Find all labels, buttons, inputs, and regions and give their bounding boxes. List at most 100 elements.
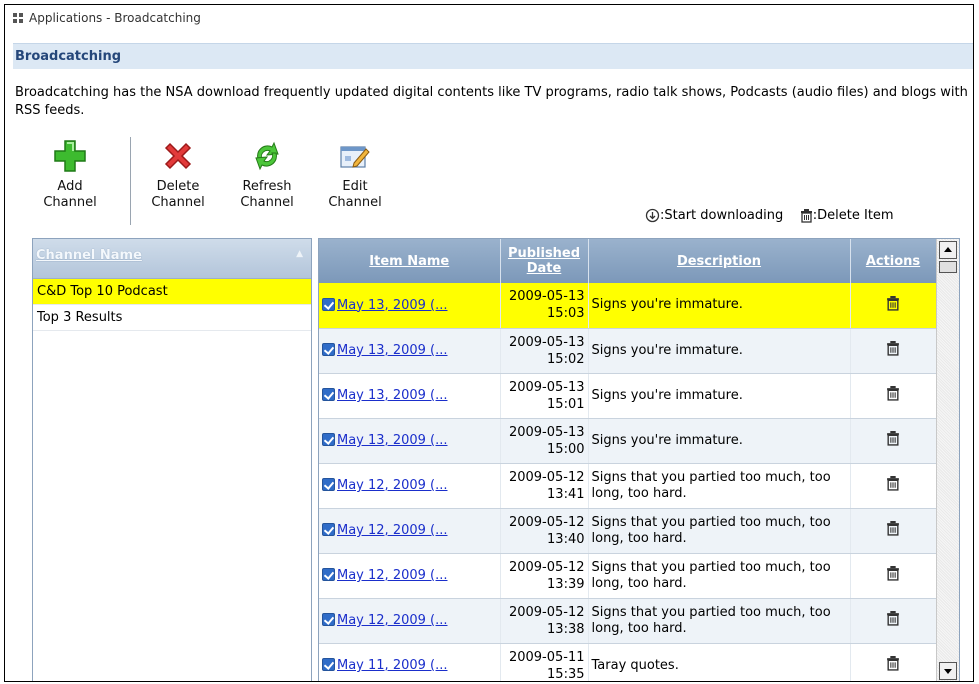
- description-cell: Signs that you partied too much, too lon…: [588, 598, 851, 644]
- item-checkbox[interactable]: [322, 433, 335, 446]
- item-name-cell: May 12, 2009 (...: [319, 598, 501, 644]
- trash-icon: [887, 295, 899, 311]
- table-row[interactable]: May 12, 2009 (... 2009-05-12 13:40 Signs th…: [319, 508, 937, 554]
- item-link[interactable]: May 13, 2009 (...: [337, 298, 448, 313]
- delete-item-button[interactable]: [886, 611, 900, 630]
- table-row[interactable]: May 13, 2009 (... 2009-05-13 15:03 Signs yo…: [319, 283, 937, 329]
- description-header[interactable]: Description: [588, 239, 851, 283]
- item-link[interactable]: May 12, 2009 (...: [337, 523, 448, 538]
- table-row[interactable]: May 13, 2009 (... 2009-05-13 15:01 Signs yo…: [319, 373, 937, 419]
- published-time: 15:35: [547, 666, 585, 682]
- delete-item-button[interactable]: [886, 295, 900, 315]
- item-checkbox[interactable]: [322, 523, 335, 536]
- item-checkbox[interactable]: [322, 658, 335, 671]
- refresh-channel-button[interactable]: Refresh Channel: [232, 137, 302, 211]
- add-channel-label-1: Add: [57, 179, 83, 194]
- item-name-cell: May 13, 2009 (...: [319, 283, 501, 329]
- add-channel-button[interactable]: Add Channel: [35, 137, 105, 211]
- channel-row[interactable]: Top 3 Results: [33, 305, 311, 331]
- add-channel-label-2: Channel: [43, 195, 97, 210]
- item-link[interactable]: May 12, 2009 (...: [337, 478, 448, 493]
- delete-item-button[interactable]: [886, 476, 900, 495]
- delete-channel-button[interactable]: Delete Channel: [143, 137, 213, 211]
- published-date-cell: 2009-05-12 13:40: [500, 508, 589, 554]
- actions-cell: [850, 463, 937, 509]
- actions-header[interactable]: Actions: [850, 239, 937, 283]
- published-date: 2009-05-12: [508, 604, 585, 620]
- delete-item-button[interactable]: [886, 341, 900, 360]
- item-checkbox[interactable]: [322, 297, 335, 311]
- published-date: 2009-05-12: [508, 559, 585, 575]
- published-time: 13:40: [547, 531, 585, 547]
- item-checkbox[interactable]: [322, 568, 335, 581]
- sort-up-icon: ▲: [296, 249, 303, 259]
- delete-item-button[interactable]: [886, 386, 900, 405]
- scroll-down-button[interactable]: [939, 662, 957, 680]
- legend: :Start downloading :Delete Item: [645, 208, 894, 223]
- item-name-cell: May 12, 2009 (...: [319, 508, 501, 554]
- trash-icon: [887, 341, 899, 356]
- table-row[interactable]: May 11, 2009 (... 2009-05-11 15:35 Taray qu…: [319, 643, 937, 682]
- edit-channel-label-1: Edit: [342, 179, 368, 194]
- delete-channel-label-2: Channel: [151, 195, 205, 210]
- item-link[interactable]: May 13, 2009 (...: [337, 388, 448, 403]
- item-link[interactable]: May 12, 2009 (...: [337, 568, 448, 583]
- item-link[interactable]: May 12, 2009 (...: [337, 613, 448, 628]
- delete-item-button[interactable]: [886, 566, 900, 585]
- published-date-cell: 2009-05-12 13:41: [500, 463, 589, 509]
- item-link[interactable]: May 11, 2009 (...: [337, 658, 448, 673]
- trash-icon: [800, 208, 812, 223]
- channel-rows: C&D Top 10 Podcast Top 3 Results: [33, 279, 311, 331]
- delete-item-button[interactable]: [886, 431, 900, 450]
- item-name-cell: May 13, 2009 (...: [319, 418, 501, 464]
- published-date-cell: 2009-05-12 13:38: [500, 598, 589, 644]
- items-scrollbar[interactable]: [936, 239, 959, 681]
- breadcrumb: Applications - Broadcatching: [5, 5, 973, 31]
- table-row[interactable]: May 13, 2009 (... 2009-05-13 15:00 Signs yo…: [319, 418, 937, 464]
- delete-item-button[interactable]: [886, 521, 900, 540]
- trash-icon: [887, 566, 899, 581]
- trash-icon: [887, 521, 899, 536]
- table-row[interactable]: May 12, 2009 (... 2009-05-12 13:38 Signs th…: [319, 598, 937, 644]
- description-cell: Signs that you partied too much, too lon…: [588, 508, 851, 554]
- channel-list: Channel Name ▲ C&D Top 10 Podcast Top 3 R…: [32, 238, 312, 681]
- item-checkbox[interactable]: [322, 613, 335, 626]
- table-row[interactable]: May 13, 2009 (... 2009-05-13 15:02 Signs yo…: [319, 328, 937, 374]
- trash-icon: [887, 611, 899, 626]
- trash-icon: [887, 431, 899, 446]
- item-link[interactable]: May 13, 2009 (...: [337, 343, 448, 358]
- items-grid: Item Name Published Date Description Act…: [318, 238, 960, 682]
- published-time: 15:03: [547, 306, 585, 322]
- download-icon: [645, 208, 660, 223]
- legend-start-downloading: :Start downloading: [660, 208, 784, 223]
- trash-icon: [887, 656, 899, 671]
- scroll-up-button[interactable]: [939, 241, 957, 259]
- delete-item-button[interactable]: [886, 656, 900, 675]
- item-checkbox[interactable]: [322, 388, 335, 401]
- refresh-channel-label-2: Channel: [240, 195, 294, 210]
- section-title: Broadcatching: [13, 43, 973, 69]
- published-date: 2009-05-11: [508, 649, 585, 665]
- channel-name-header[interactable]: Channel Name ▲: [33, 239, 311, 279]
- edit-channel-button[interactable]: Edit Channel: [320, 137, 390, 211]
- description-cell: Signs that you partied too much, too lon…: [588, 553, 851, 599]
- item-link[interactable]: May 13, 2009 (...: [337, 433, 448, 448]
- published-date: 2009-05-12: [508, 469, 585, 485]
- item-checkbox[interactable]: [322, 343, 335, 356]
- channel-row[interactable]: C&D Top 10 Podcast: [33, 279, 311, 305]
- actions-cell: [850, 373, 937, 419]
- actions-cell: [850, 508, 937, 554]
- table-row[interactable]: May 12, 2009 (... 2009-05-12 13:39 Signs th…: [319, 553, 937, 599]
- table-row[interactable]: May 12, 2009 (... 2009-05-12 13:41 Signs th…: [319, 463, 937, 509]
- published-date-header[interactable]: Published Date: [500, 239, 589, 283]
- refresh-channel-label-1: Refresh: [242, 179, 292, 194]
- broadcatching-window: Applications - Broadcatching Broadcatchi…: [4, 4, 974, 682]
- scroll-thumb[interactable]: [939, 261, 957, 273]
- item-name-header[interactable]: Item Name: [319, 239, 501, 283]
- published-time: 13:38: [547, 621, 585, 637]
- item-checkbox[interactable]: [322, 478, 335, 491]
- actions-cell: [850, 283, 937, 329]
- published-time: 15:01: [547, 396, 585, 412]
- item-name-cell: May 13, 2009 (...: [319, 328, 501, 374]
- intro-text: Broadcatching has the NSA download frequ…: [15, 85, 968, 118]
